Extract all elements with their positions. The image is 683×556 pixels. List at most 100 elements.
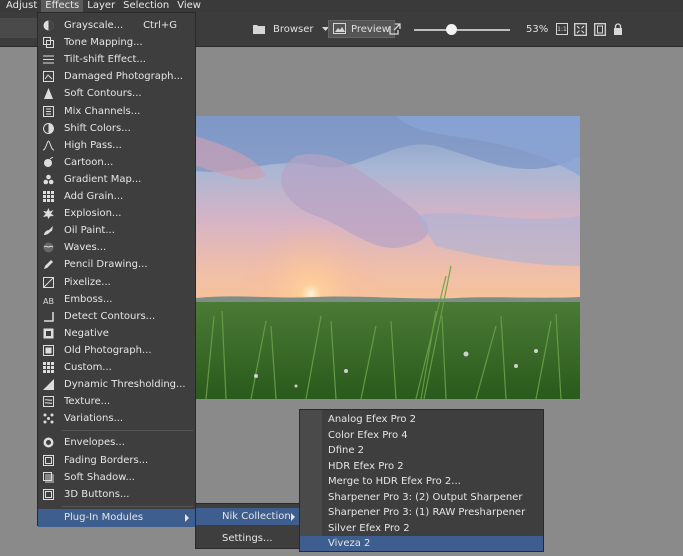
menu-item-gradient-map[interactable]: Gradient Map... [38,171,195,188]
browser-button[interactable]: Browser [252,20,329,38]
zoom-slider-thumb[interactable] [446,24,457,35]
menu-item-settings[interactable]: Settings... [196,530,300,547]
pencil-icon [42,259,54,271]
menu-adjust[interactable]: Adjust [0,0,41,12]
shift-colors-icon [42,122,54,134]
menu-item-pixelize[interactable]: Pixelize... [38,274,195,291]
zoom-1-1-button[interactable]: 1:1 [556,20,568,38]
effects-menu: Grayscale... Ctrl+G Tone Mapping... Tilt… [37,12,196,527]
fit-to-window-icon[interactable] [574,20,587,38]
menu-item-plugin[interactable]: Viveza 2 [300,536,543,551]
shortcut-label: Ctrl+G [143,20,177,31]
texture-icon [42,396,54,408]
variations-icon [42,413,54,425]
negative-icon [42,327,54,339]
menu-item-plugin-modules[interactable]: Plug-In Modules [38,508,195,527]
nik-collection-submenu: Analog Efex Pro 2 Color Efex Pro 4 Dfine… [299,409,544,552]
menu-item-variations[interactable]: Variations... [38,410,195,427]
gradient-map-icon [42,173,54,185]
menu-item-soft-contours[interactable]: Soft Contours... [38,85,195,102]
menu-item-plugin[interactable]: Color Efex Pro 4 [300,428,543,443]
menubar: Adjust Effects Layer Selection View [0,0,683,12]
chevron-right-icon [185,513,189,522]
menu-item-3d-buttons[interactable]: 3D Buttons... [38,486,195,503]
zoom-value: 53% [526,23,549,35]
menu-item-custom-grid[interactable]: Custom... [38,359,195,376]
menu-item-mix-channels[interactable]: Mix Channels... [38,103,195,120]
cartoon-icon [42,156,54,168]
menu-item-plugin[interactable]: Dfine 2 [300,443,543,458]
3d-buttons-icon [42,488,54,500]
fit-height-icon[interactable] [594,20,606,38]
menu-item-texture[interactable]: Texture... [38,393,195,410]
menu-item-negative[interactable]: Negative [38,325,195,342]
menu-item-fading-borders[interactable]: Fading Borders... [38,452,195,469]
fading-borders-icon [42,454,54,466]
one-to-one-icon: 1:1 [556,23,568,35]
damaged-photo-icon [42,71,54,83]
menu-item-nik-collection[interactable]: Nik Collection [196,508,300,525]
menu-selection[interactable]: Selection [119,0,173,12]
menu-effects[interactable]: Effects [41,0,84,12]
menu-item-plugin[interactable]: HDR Efex Pro 2 [300,459,543,474]
menu-separator [62,505,193,507]
browser-label: Browser [273,23,314,35]
lock-icon[interactable] [613,20,623,38]
zoom-slider-track[interactable] [414,29,510,31]
toolbar-field[interactable] [0,18,42,38]
menu-item-grain[interactable]: Add Grain... [38,188,195,205]
menu-separator [62,430,193,432]
plugin-modules-submenu: Nik Collection Settings... [195,503,301,549]
menu-item-waves[interactable]: Waves... [38,239,195,256]
menu-item-cartoon[interactable]: Cartoon... [38,154,195,171]
envelopes-icon [42,437,54,449]
high-pass-icon [42,139,54,151]
menu-item-grayscale[interactable]: Grayscale... Ctrl+G [38,17,195,34]
waves-icon [42,242,54,254]
chevron-right-icon [290,512,295,521]
menu-item-tilt-shift[interactable]: Tilt-shift Effect... [38,51,195,68]
menu-item-plugin[interactable]: Analog Efex Pro 2 [300,412,543,427]
svg-text:AB: AB [43,297,54,305]
explosion-icon [42,208,54,220]
menu-item-plugin[interactable]: Silver Efex Pro 2 [300,521,543,536]
emboss-icon: AB [42,293,54,305]
menu-layer[interactable]: Layer [83,0,119,12]
menu-item-oil-paint[interactable]: Oil Paint... [38,222,195,239]
folder-icon [252,23,266,35]
menu-item-explosion[interactable]: Explosion... [38,205,195,222]
menu-item-shift-colors[interactable]: Shift Colors... [38,120,195,137]
old-photo-icon [42,344,54,356]
menu-item-high-pass[interactable]: High Pass... [38,137,195,154]
external-link-icon[interactable] [389,20,401,38]
menu-item-plugin[interactable]: Sharpener Pro 3: (1) RAW Presharpener [300,505,543,520]
contours-icon [42,310,54,322]
menu-item-soft-shadow[interactable]: Soft Shadow... [38,469,195,486]
menu-item-old-photo[interactable]: Old Photograph... [38,342,195,359]
image-icon [333,23,347,35]
menu-item-threshold[interactable]: Dynamic Thresholding... [38,376,195,393]
menu-item-emboss[interactable]: AB Emboss... [38,291,195,308]
tilt-shift-icon [42,54,54,66]
soft-contours-icon [42,88,54,100]
grayscale-icon [42,20,54,32]
canvas-photo[interactable] [196,116,580,399]
menu-item-pencil[interactable]: Pencil Drawing... [38,256,195,273]
pixelize-icon [42,276,54,288]
menu-item-plugin[interactable]: Sharpener Pro 3: (2) Output Sharpener [300,490,543,505]
custom-grid-icon [42,362,54,374]
menu-item-damaged-photo[interactable]: Damaged Photograph... [38,68,195,85]
soft-shadow-icon [42,471,54,483]
mix-channels-icon [42,105,54,117]
threshold-icon [42,379,54,391]
preview-label: Preview [351,23,390,35]
menu-item-envelopes[interactable]: Envelopes... [38,434,195,451]
tone-mapping-icon [42,37,54,49]
menu-item-contours[interactable]: Detect Contours... [38,308,195,325]
preview-button[interactable]: Preview [328,20,395,38]
oil-paint-icon [42,225,54,237]
menu-item-tone-mapping[interactable]: Tone Mapping... [38,34,195,51]
menu-view[interactable]: View [173,0,205,12]
menu-item-plugin[interactable]: Merge to HDR Efex Pro 2... [300,474,543,489]
grain-icon [42,191,54,203]
